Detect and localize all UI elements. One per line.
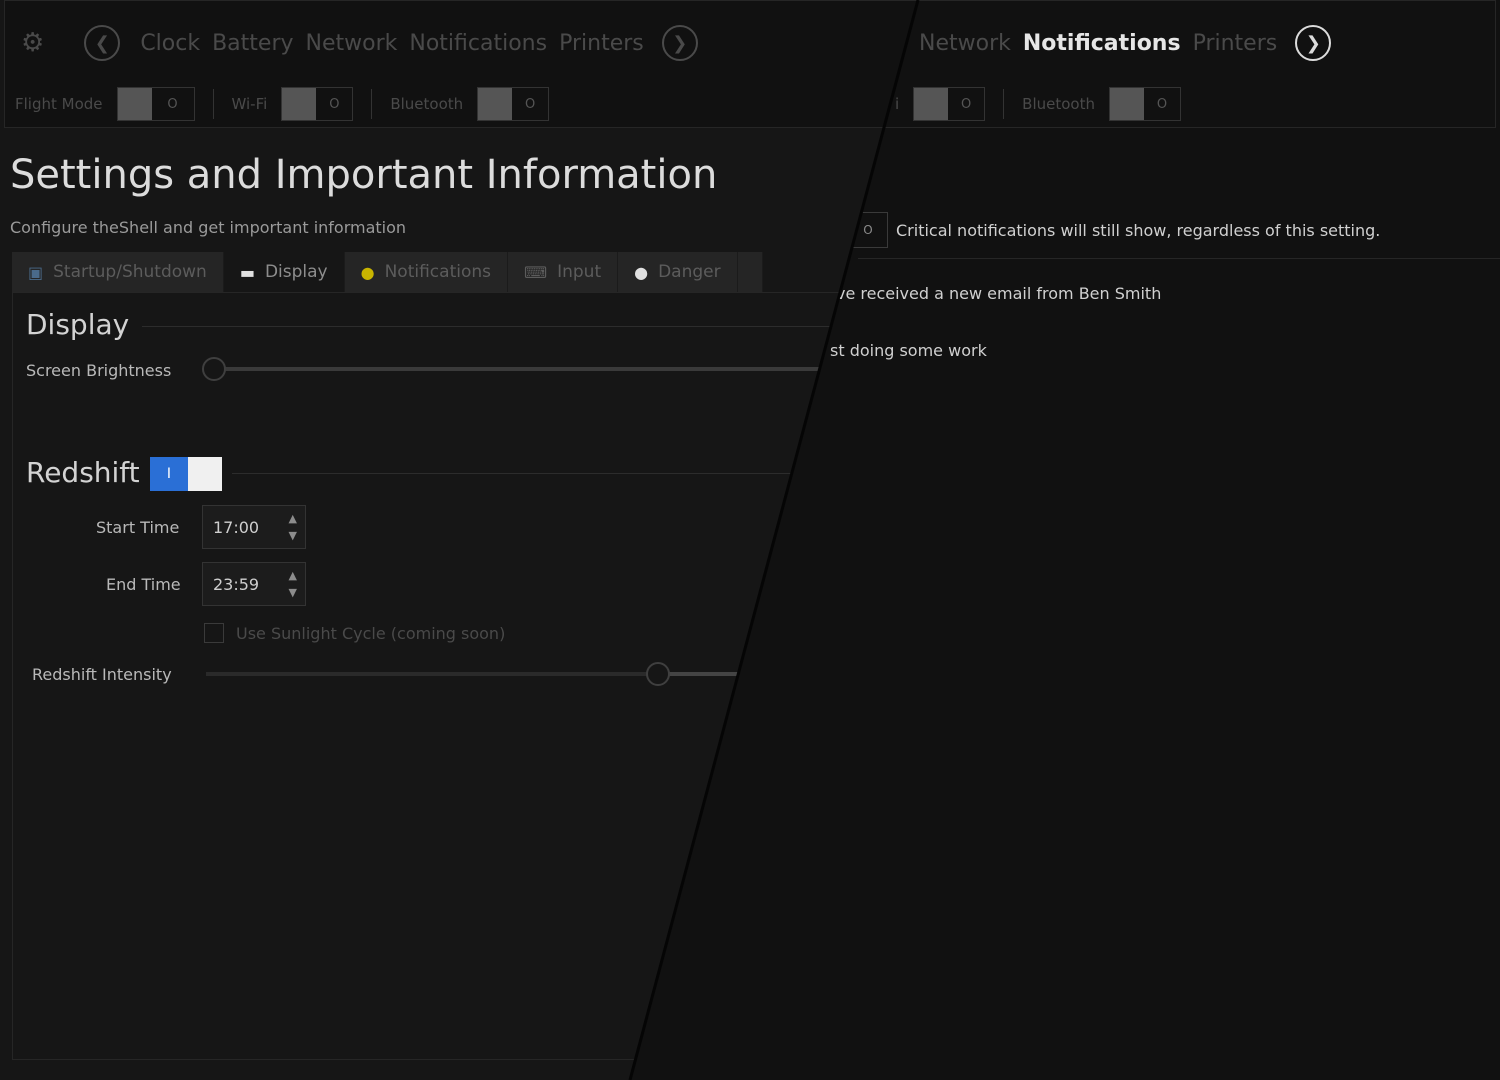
split-divider: [628, 0, 920, 1080]
